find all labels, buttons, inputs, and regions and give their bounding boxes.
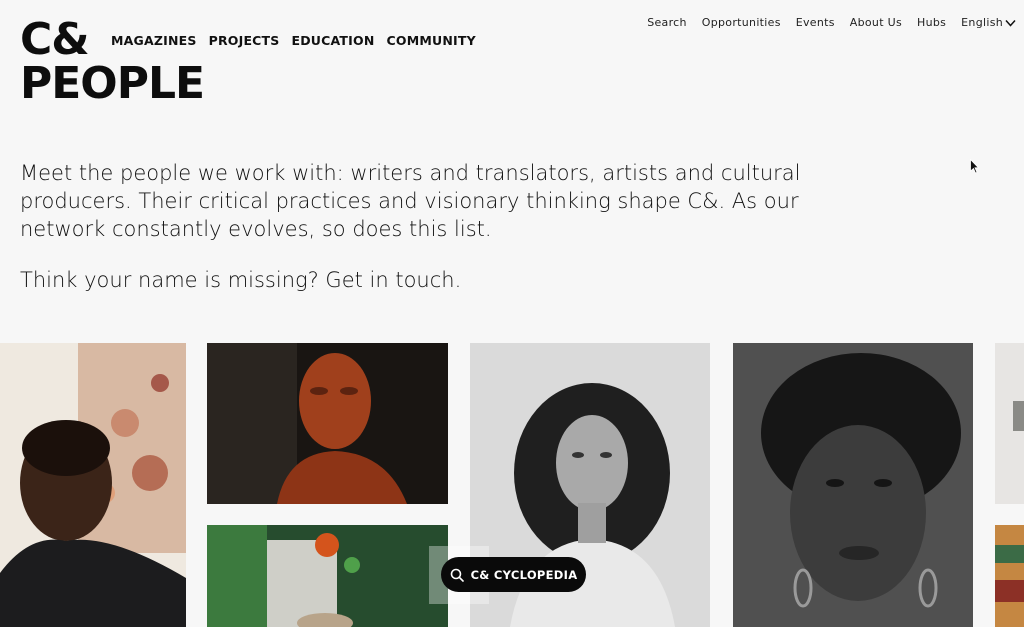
person-card[interactable] xyxy=(207,525,448,627)
search-icon xyxy=(450,568,464,582)
mouse-cursor-icon xyxy=(970,159,979,174)
nav-community[interactable]: COMMUNITY xyxy=(387,33,476,48)
cyclopedia-button[interactable]: C& CYCLOPEDIA xyxy=(441,557,586,592)
intro-text: Meet the people we work with: writers an… xyxy=(20,159,820,318)
top-nav-search[interactable]: Search xyxy=(647,16,687,29)
language-label: English xyxy=(961,16,1003,29)
top-navigation: Search Opportunities Events About Us Hub… xyxy=(647,16,1016,29)
portrait-image xyxy=(0,343,186,627)
get-in-touch-text[interactable]: Think your name is missing? Get in touch… xyxy=(20,266,820,294)
nav-education[interactable]: EDUCATION xyxy=(291,33,374,48)
person-card[interactable] xyxy=(207,343,448,504)
portrait-image xyxy=(733,343,973,627)
portrait-image xyxy=(207,343,448,504)
person-card[interactable] xyxy=(995,343,1024,504)
intro-paragraph: Meet the people we work with: writers an… xyxy=(20,161,801,241)
nav-projects[interactable]: PROJECTS xyxy=(209,33,280,48)
portrait-image xyxy=(995,343,1024,504)
top-nav-opportunities[interactable]: Opportunities xyxy=(702,16,781,29)
person-card[interactable] xyxy=(733,343,973,627)
person-card[interactable] xyxy=(995,525,1024,627)
top-nav-events[interactable]: Events xyxy=(796,16,835,29)
language-selector[interactable]: English xyxy=(961,16,1016,29)
main-navigation: MAGAZINES PROJECTS EDUCATION COMMUNITY xyxy=(111,33,476,48)
person-card[interactable] xyxy=(0,343,186,627)
cyclopedia-label: C& CYCLOPEDIA xyxy=(470,567,578,582)
chevron-down-icon xyxy=(1005,19,1016,27)
top-nav-hubs[interactable]: Hubs xyxy=(917,16,946,29)
portrait-image xyxy=(995,525,1024,627)
logo-line-2: PEOPLE xyxy=(20,58,205,109)
portrait-image xyxy=(207,525,448,627)
nav-magazines[interactable]: MAGAZINES xyxy=(111,33,197,48)
site-logo[interactable]: C& PEOPLE xyxy=(20,18,205,109)
top-nav-about[interactable]: About Us xyxy=(850,16,902,29)
